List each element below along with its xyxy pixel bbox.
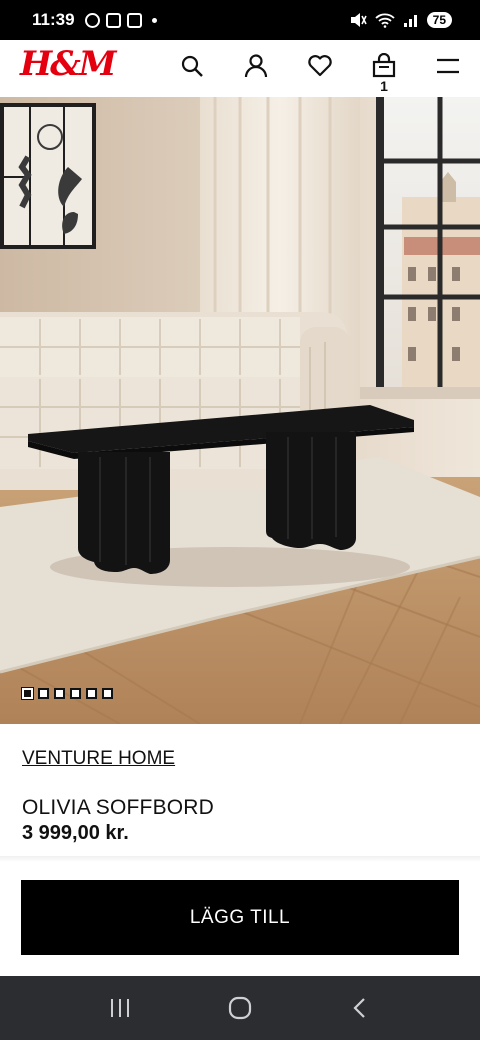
menu-icon[interactable] (434, 52, 462, 80)
calendar-icon (105, 12, 121, 28)
status-bar: 11:39 75 (0, 0, 480, 40)
gallery-dot-4[interactable] (70, 688, 81, 699)
battery-icon: 75 (426, 12, 452, 28)
product-name: OLIVIA SOFFBORD (22, 796, 215, 819)
gallery-dot-3[interactable] (54, 688, 65, 699)
gallery-pagination (21, 687, 113, 700)
add-to-cart-button[interactable]: LÄGG TILL (21, 880, 459, 955)
gallery-dot-5[interactable] (86, 688, 97, 699)
account-icon[interactable] (242, 52, 270, 80)
divider (0, 856, 480, 862)
bag-count: 1 (380, 78, 388, 94)
gallery-dot-1[interactable] (21, 687, 34, 700)
wifi-icon (375, 13, 395, 28)
brand-link[interactable]: VENTURE HOME (22, 748, 175, 770)
signal-icon (403, 15, 417, 27)
system-navigation-bar (0, 976, 480, 1040)
gallery-dot-6[interactable] (102, 688, 113, 699)
bag-icon[interactable] (370, 52, 398, 80)
notification-dot (151, 17, 157, 23)
home-icon[interactable] (220, 988, 260, 1028)
heart-icon[interactable] (306, 52, 334, 80)
site-header: H&M 1 (0, 40, 480, 97)
search-icon[interactable] (178, 52, 206, 80)
mute-icon (350, 13, 367, 27)
recent-apps-icon[interactable] (100, 988, 140, 1028)
vpn-icon (84, 12, 100, 28)
product-image[interactable] (0, 97, 480, 724)
status-time: 11:39 (32, 10, 75, 29)
product-photo (0, 97, 480, 724)
back-icon[interactable] (340, 988, 380, 1028)
hm-logo[interactable]: H&M (20, 44, 116, 84)
screenshot-icon (126, 12, 142, 28)
product-price: 3 999,00 kr. (22, 822, 129, 844)
gallery-dot-2[interactable] (38, 688, 49, 699)
